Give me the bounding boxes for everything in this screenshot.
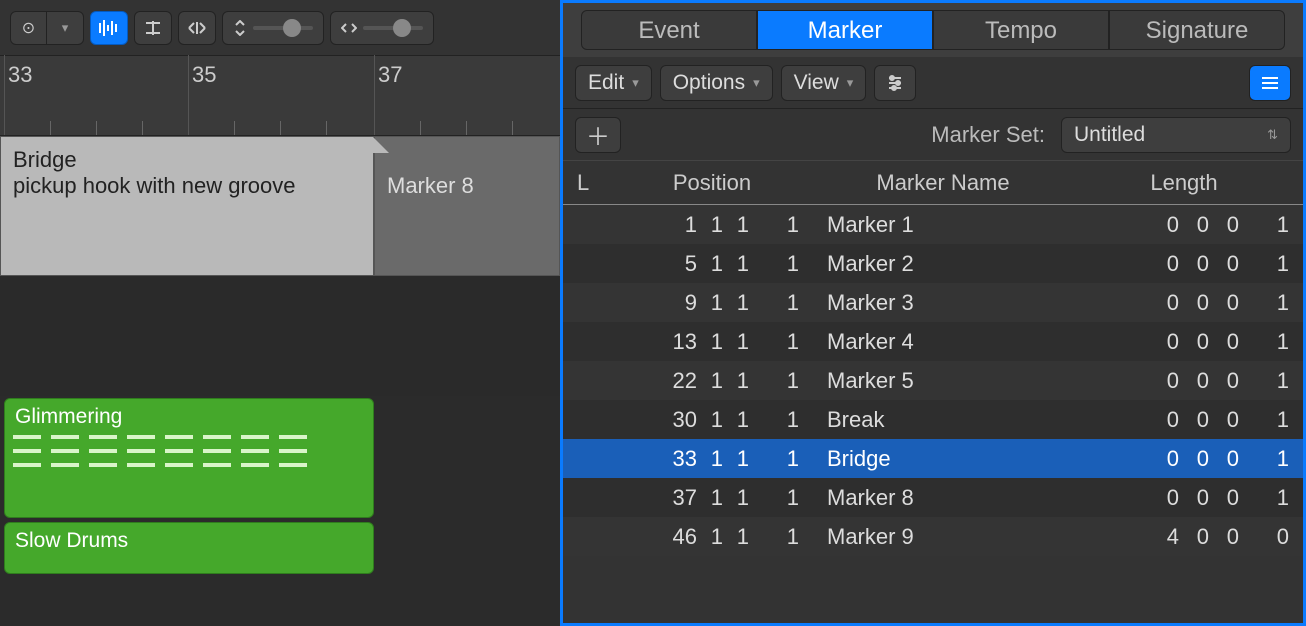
marker-set-dropdown[interactable]: Untitled ⇅ <box>1061 117 1291 153</box>
arrange-toolbar: ⊙ ▾ <box>0 0 560 56</box>
marker-row[interactable]: 22111Marker 50001 <box>563 361 1303 400</box>
chevron-down-icon: ▾ <box>62 20 69 36</box>
marker-row[interactable]: 5111Marker 20001 <box>563 244 1303 283</box>
col-position[interactable]: Position <box>617 170 807 196</box>
ruler-number: 37 <box>378 62 402 88</box>
region-name: Glimmering <box>15 405 122 428</box>
ruler-number: 35 <box>192 62 216 88</box>
marker-length[interactable]: 0001 <box>1079 290 1289 316</box>
chevron-down-icon: ▾ <box>847 75 854 91</box>
col-length[interactable]: Length <box>1079 170 1289 196</box>
ruler-number: 33 <box>8 62 32 88</box>
marker-block-8[interactable]: Marker 8 <box>374 136 560 276</box>
marker-length[interactable]: 4000 <box>1079 524 1289 550</box>
marker-position[interactable]: 9111 <box>617 290 807 316</box>
marker-name[interactable]: Marker 4 <box>807 329 1079 355</box>
chevron-down-icon: ▾ <box>632 75 639 91</box>
marker-position[interactable]: 46111 <box>617 524 807 550</box>
marker-length[interactable]: 0001 <box>1079 485 1289 511</box>
horizontal-arrows-icon <box>341 21 357 35</box>
marker-row[interactable]: 9111Marker 30001 <box>563 283 1303 322</box>
marker-list-header: L Position Marker Name Length <box>563 161 1303 205</box>
marker-row[interactable]: 37111Marker 80001 <box>563 478 1303 517</box>
marker-set-row: ＋ Marker Set: Untitled ⇅ <box>563 109 1303 161</box>
horizontal-expand-button[interactable] <box>178 11 216 45</box>
tab-event[interactable]: Event <box>581 10 757 50</box>
updown-icon: ⇅ <box>1267 127 1278 143</box>
add-marker-button[interactable]: ＋ <box>575 117 621 153</box>
vertical-align-button[interactable] <box>134 11 172 45</box>
marker-set-label: Marker Set: <box>931 122 1045 148</box>
midi-notes-preview <box>13 435 365 509</box>
marker-position[interactable]: 5111 <box>617 251 807 277</box>
waveform-tool-button[interactable] <box>90 11 128 45</box>
tab-signature[interactable]: Signature <box>1109 10 1285 50</box>
vertical-zoom-slider[interactable] <box>222 11 324 45</box>
marker-position[interactable]: 13111 <box>617 329 807 355</box>
marker-position[interactable]: 1111 <box>617 212 807 238</box>
marker-row[interactable]: 46111Marker 94000 <box>563 517 1303 556</box>
marker-title: Marker 8 <box>387 173 547 199</box>
marker-name[interactable]: Marker 1 <box>807 212 1079 238</box>
marker-name[interactable]: Marker 3 <box>807 290 1079 316</box>
marker-length[interactable]: 0001 <box>1079 446 1289 472</box>
vertical-align-icon <box>144 19 162 37</box>
more-icon: ⊙ <box>22 18 35 38</box>
marker-length[interactable]: 0001 <box>1079 251 1289 277</box>
horizontal-expand-icon <box>187 21 207 35</box>
view-menu[interactable]: View▾ <box>781 65 867 101</box>
chevron-down-icon: ▾ <box>753 75 760 91</box>
marker-row[interactable]: 13111Marker 40001 <box>563 322 1303 361</box>
horizontal-zoom-slider[interactable] <box>330 11 434 45</box>
marker-name[interactable]: Bridge <box>807 446 1079 472</box>
marker-length[interactable]: 0001 <box>1079 329 1289 355</box>
arrange-area: ⊙ ▾ 33 35 37 Bridge <box>0 0 560 626</box>
marker-name[interactable]: Marker 9 <box>807 524 1079 550</box>
marker-length[interactable]: 0001 <box>1079 368 1289 394</box>
filter-icon <box>886 74 904 92</box>
tab-marker[interactable]: Marker <box>757 10 933 50</box>
region-glimmering[interactable]: Glimmering <box>4 398 374 518</box>
tool-menu-button[interactable]: ⊙ ▾ <box>10 11 84 45</box>
marker-name[interactable]: Marker 2 <box>807 251 1079 277</box>
region-name: Slow Drums <box>15 529 128 552</box>
marker-length[interactable]: 0001 <box>1079 407 1289 433</box>
options-menu[interactable]: Options▾ <box>660 65 773 101</box>
marker-row[interactable]: 1111Marker 10001 <box>563 205 1303 244</box>
col-lock[interactable]: L <box>577 170 617 196</box>
list-subtoolbar: Edit▾ Options▾ View▾ <box>563 57 1303 109</box>
marker-title: Bridge <box>13 147 361 173</box>
tab-tempo[interactable]: Tempo <box>933 10 1109 50</box>
list-icon <box>1260 75 1280 91</box>
marker-track[interactable]: Bridge pickup hook with new groove Marke… <box>0 136 560 276</box>
empty-track-area <box>0 276 560 396</box>
marker-list[interactable]: 1111Marker 100015111Marker 200019111Mark… <box>563 205 1303 623</box>
marker-row[interactable]: 33111Bridge0001 <box>563 439 1303 478</box>
marker-note: pickup hook with new groove <box>13 173 361 199</box>
marker-name[interactable]: Marker 5 <box>807 368 1079 394</box>
marker-position[interactable]: 22111 <box>617 368 807 394</box>
list-editor: Event Marker Tempo Signature Edit▾ Optio… <box>560 0 1306 626</box>
marker-name[interactable]: Break <box>807 407 1079 433</box>
marker-block-bridge[interactable]: Bridge pickup hook with new groove <box>0 136 374 276</box>
col-name[interactable]: Marker Name <box>807 170 1079 196</box>
marker-name[interactable]: Marker 8 <box>807 485 1079 511</box>
waveform-icon <box>98 19 120 37</box>
region-slow-drums[interactable]: Slow Drums <box>4 522 374 574</box>
marker-row[interactable]: 30111Break0001 <box>563 400 1303 439</box>
marker-position[interactable]: 37111 <box>617 485 807 511</box>
marker-position[interactable]: 33111 <box>617 446 807 472</box>
list-tabs: Event Marker Tempo Signature <box>563 3 1303 57</box>
timeline-ruler[interactable]: 33 35 37 <box>0 56 560 136</box>
marker-length[interactable]: 0001 <box>1079 212 1289 238</box>
marker-position[interactable]: 30111 <box>617 407 807 433</box>
edit-menu[interactable]: Edit▾ <box>575 65 652 101</box>
vertical-arrows-icon <box>233 20 247 36</box>
list-view-toggle[interactable] <box>1249 65 1291 101</box>
filter-button[interactable] <box>874 65 916 101</box>
